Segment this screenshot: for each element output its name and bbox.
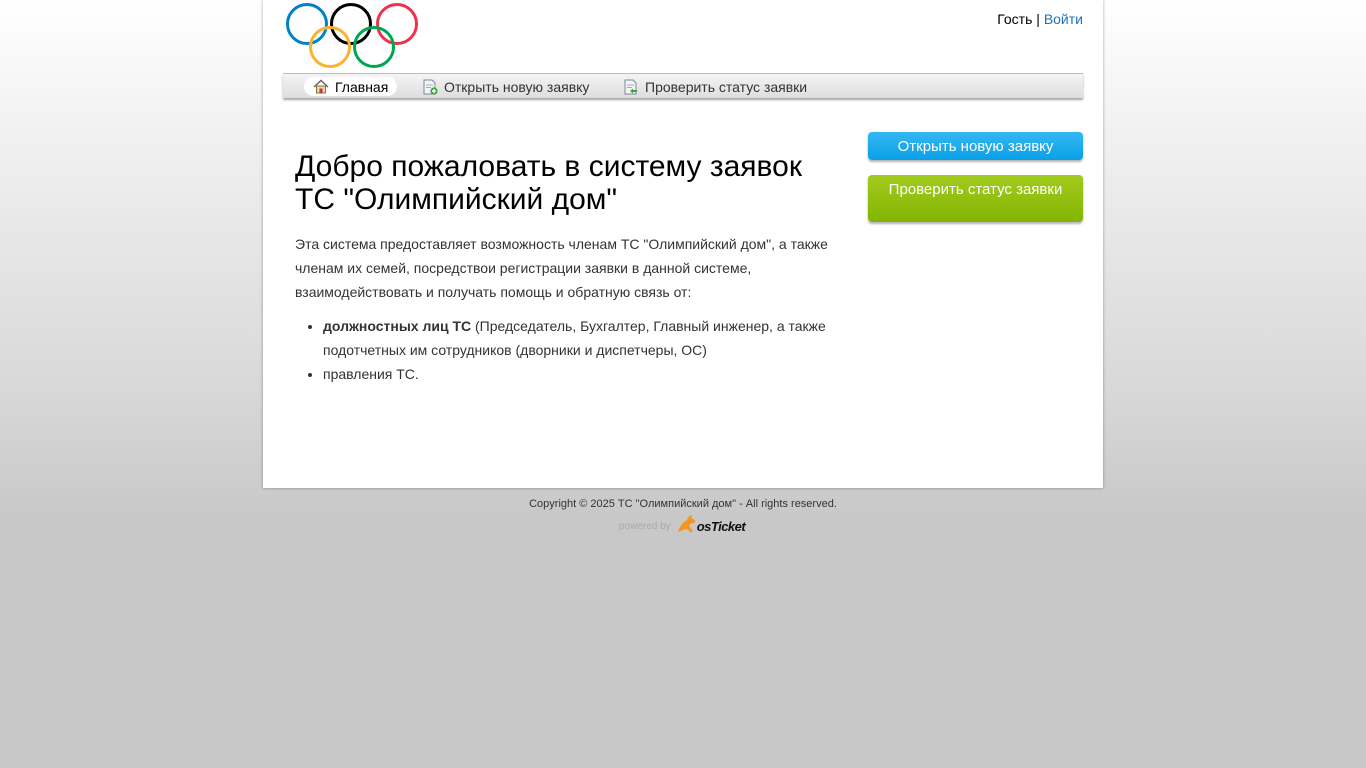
check-status-button[interactable]: Проверить статус заявки [868, 175, 1083, 222]
contacts-list: должностных лиц ТС (Председатель, Бухгал… [295, 314, 840, 386]
list-item: должностных лиц ТС (Председатель, Бухгал… [323, 314, 840, 362]
nav-check-status-label: Проверить статус заявки [645, 78, 808, 95]
new-ticket-icon [423, 79, 438, 95]
list-item-text: правления ТС. [323, 366, 419, 382]
list-item-bold: должностных лиц ТС [323, 318, 472, 334]
page-container: Гость | Войти Главная Открыть новую заяв… [263, 0, 1103, 488]
nav-home[interactable]: Главная [304, 77, 398, 96]
list-item: правления ТС. [323, 362, 840, 386]
separator: | [1036, 11, 1040, 27]
nav-open-ticket[interactable]: Открыть новую заявку [413, 77, 598, 96]
osticket-brand: osTicket [696, 519, 746, 534]
user-info: Гость | Войти [997, 11, 1083, 27]
nav-open-ticket-label: Открыть новую заявку [444, 78, 590, 95]
page-title: Добро пожаловать в систему заявок ТС "Ол… [295, 150, 802, 216]
nav-check-status[interactable]: Проверить статус заявки [614, 77, 816, 96]
powered-by-osticket-link[interactable]: powered by osTicket [619, 512, 746, 534]
home-icon [313, 79, 329, 94]
guest-label: Гость [997, 11, 1033, 27]
login-link[interactable]: Войти [1044, 11, 1083, 27]
sidebar: Открыть новую заявку Проверить статус за… [868, 132, 1083, 222]
olympic-rings-logo[interactable] [285, 2, 420, 70]
main-navigation: Главная Открыть новую заявку Проверить с… [283, 73, 1083, 98]
powered-by-text: powered by [619, 521, 671, 532]
welcome-section: Добро пожаловать в систему заявок ТС "Ол… [295, 150, 840, 386]
nav-home-label: Главная [335, 78, 389, 95]
footer-copyright: Copyright © 2025 ТС "Олимпийский дом" - … [529, 498, 837, 510]
open-ticket-button[interactable]: Открыть новую заявку [868, 132, 1083, 160]
intro-text: Эта система предоставляет возможность чл… [295, 236, 828, 300]
ticket-status-icon [624, 79, 637, 94]
kangaroo-icon [677, 515, 695, 532]
